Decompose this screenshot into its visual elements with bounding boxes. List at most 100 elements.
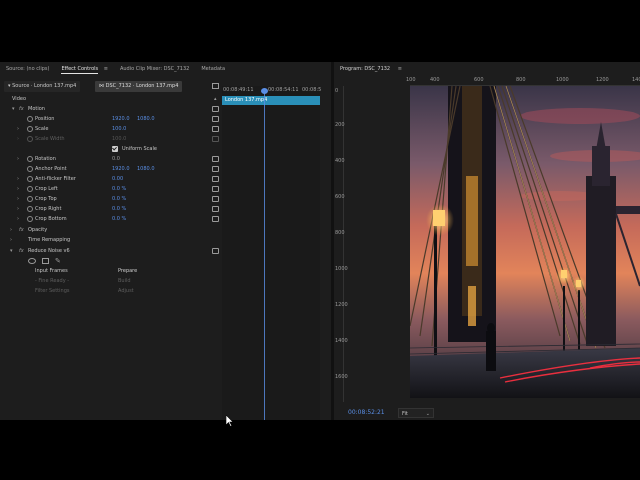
ruler-tick: 600 <box>474 77 484 83</box>
adjust-button[interactable]: Adjust <box>118 286 134 296</box>
pen-mask-icon[interactable]: ✎ <box>55 256 61 266</box>
ruler-tick: 1000 <box>556 77 569 83</box>
prop-rotation[interactable]: › Rotation 0.0 <box>0 154 222 164</box>
twirl-closed-icon[interactable]: › <box>17 154 19 164</box>
ellipse-mask-icon[interactable] <box>28 258 36 264</box>
master-clip-selector[interactable]: ▾ Source · London 137.mp4 <box>4 81 81 92</box>
sequence-clip-selector[interactable]: ⋈ DSC_7132 · London 137.mp4 <box>95 81 183 92</box>
anchor-x-value[interactable]: 1920.0 <box>112 164 130 174</box>
panel-menu-icon[interactable]: ≡ <box>398 66 402 72</box>
rotation-value[interactable]: 0.0 <box>112 154 120 164</box>
ruler-tick: 800 <box>516 77 526 83</box>
reset-icon[interactable] <box>212 176 219 182</box>
video-section-header: Video ▴ <box>0 94 222 104</box>
fx-badge-icon[interactable]: fx <box>19 225 24 235</box>
twirl-closed-icon[interactable]: › <box>10 225 12 235</box>
prop-position[interactable]: Position 1920.0 1080.0 <box>0 114 222 124</box>
rectangle-mask-icon[interactable] <box>42 258 49 264</box>
fx-badge-icon[interactable]: fx <box>19 246 24 256</box>
playhead-handle[interactable] <box>261 88 268 94</box>
position-y-value[interactable]: 1080.0 <box>137 114 155 124</box>
prop-crop-left[interactable]: › Crop Left 0.0 % <box>0 184 222 194</box>
anchor-y-value[interactable]: 1080.0 <box>137 164 155 174</box>
crop-bottom-value[interactable]: 0.0 % <box>112 214 126 224</box>
prop-filter-settings: Filter Settings Adjust <box>0 286 222 296</box>
prop-crop-top[interactable]: › Crop Top 0.0 % <box>0 194 222 204</box>
ruler-time-start: 00:08:49:11 <box>223 87 254 93</box>
zoom-level-select[interactable]: Fit ⌄ <box>398 408 434 418</box>
tab-program[interactable]: Program: DSC_7132 ≡ <box>340 62 402 76</box>
prop-scale[interactable]: › Scale 100.0 <box>0 124 222 134</box>
ruler-time-mid: 00:08:54:11 <box>268 87 299 93</box>
stopwatch-icon[interactable] <box>27 156 33 162</box>
reset-icon[interactable] <box>212 186 219 192</box>
stopwatch-icon[interactable] <box>27 196 33 202</box>
opacity-label: Opacity <box>28 227 48 233</box>
twirl-closed-icon[interactable]: › <box>17 214 19 224</box>
stopwatch-icon[interactable] <box>27 126 33 132</box>
playhead-line[interactable] <box>264 90 265 420</box>
anti-flicker-value[interactable]: 0.00 <box>112 174 123 184</box>
reset-icon[interactable] <box>212 196 219 202</box>
sequence-clip-label: DSC_7132 · London 137.mp4 <box>105 83 179 89</box>
tab-audio-clip-mixer[interactable]: Audio Clip Mixer: DSC_7132 <box>114 62 195 76</box>
program-video-frame[interactable] <box>410 86 640 398</box>
ruler-tick: 400 <box>430 77 440 83</box>
position-x-value[interactable]: 1920.0 <box>112 114 130 124</box>
motion-label: Motion <box>28 106 45 112</box>
collapse-up-icon[interactable]: ▴ <box>214 94 217 104</box>
prepare-button[interactable]: Prepare <box>118 266 137 276</box>
prop-anchor-point[interactable]: Anchor Point 1920.0 1080.0 <box>0 164 222 174</box>
twirl-closed-icon[interactable]: › <box>17 174 19 184</box>
tab-source[interactable]: Source: (no clips) <box>0 62 55 76</box>
panel-menu-icon[interactable]: ≡ <box>104 62 108 76</box>
reset-icon[interactable] <box>212 106 219 112</box>
twirl-closed-icon[interactable]: › <box>17 194 19 204</box>
effect-time-remapping[interactable]: › Time Remapping <box>0 235 222 245</box>
crop-top-value[interactable]: 0.0 % <box>112 194 126 204</box>
tab-metadata[interactable]: Metadata <box>195 62 231 76</box>
uniform-scale-checkbox[interactable] <box>112 146 118 152</box>
stopwatch-icon[interactable] <box>27 186 33 192</box>
reset-icon[interactable] <box>212 248 219 254</box>
fx-badge-icon[interactable]: fx <box>19 104 24 114</box>
twirl-open-icon[interactable]: ▾ <box>10 246 13 256</box>
stopwatch-icon[interactable] <box>27 166 33 172</box>
effect-motion[interactable]: ▾ fx Motion <box>0 104 222 114</box>
twirl-open-icon[interactable]: ▾ <box>12 104 15 114</box>
ruler-time-end: 00:08:5 <box>302 87 322 93</box>
scale-value[interactable]: 100.0 <box>112 124 126 134</box>
twirl-closed-icon[interactable]: › <box>17 204 19 214</box>
stopwatch-icon[interactable] <box>27 116 33 122</box>
reset-icon[interactable] <box>212 216 219 222</box>
ruler-tick: 0 <box>335 88 339 94</box>
playhead-timecode[interactable]: 00:08:52:21 <box>348 409 385 416</box>
stopwatch-icon[interactable] <box>27 206 33 212</box>
reset-icon[interactable] <box>212 156 219 162</box>
reset-icon[interactable] <box>212 206 219 212</box>
effect-reduce-noise[interactable]: ▾ fx Reduce Noise v6 <box>0 246 222 256</box>
build-button[interactable]: Build <box>118 276 131 286</box>
stopwatch-icon[interactable] <box>27 176 33 182</box>
twirl-closed-icon[interactable]: › <box>10 235 12 245</box>
reset-icon[interactable] <box>212 126 219 132</box>
program-monitor: Program: DSC_7132 ≡ 100 400 600 800 1000… <box>334 62 640 420</box>
effect-controls-timeline[interactable]: 00:08:49:11 00:08:54:11 00:08:5 London 1… <box>222 86 322 420</box>
show-timeline-icon[interactable] <box>212 83 219 89</box>
prop-anti-flicker[interactable]: › Anti-flicker Filter 0.00 <box>0 174 222 184</box>
stopwatch-icon[interactable] <box>27 216 33 222</box>
tab-effect-controls[interactable]: Effect Controls ≡ <box>55 62 113 76</box>
prop-crop-bottom[interactable]: › Crop Bottom 0.0 % <box>0 214 222 224</box>
prop-crop-right[interactable]: › Crop Right 0.0 % <box>0 204 222 214</box>
reset-icon[interactable] <box>212 166 219 172</box>
prop-uniform-scale[interactable]: Uniform Scale <box>0 144 222 154</box>
crop-top-label: Crop Top <box>35 196 57 202</box>
twirl-closed-icon[interactable]: › <box>17 184 19 194</box>
crop-right-value[interactable]: 0.0 % <box>112 204 126 214</box>
clip-bar[interactable]: London 137.mp4 <box>222 96 320 105</box>
effect-opacity[interactable]: › fx Opacity <box>0 225 222 235</box>
twirl-closed-icon[interactable]: › <box>17 124 19 134</box>
reset-icon[interactable] <box>212 116 219 122</box>
prop-fine-ready: - Fine Ready - Build <box>0 276 222 286</box>
crop-left-value[interactable]: 0.0 % <box>112 184 126 194</box>
